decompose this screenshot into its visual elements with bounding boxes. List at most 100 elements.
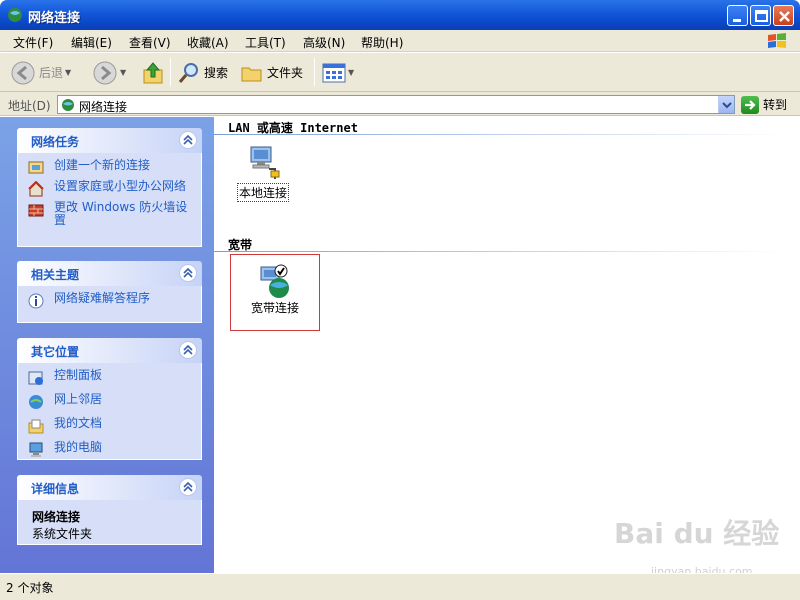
- task-troubleshooter[interactable]: 网络疑难解答程序: [28, 292, 193, 309]
- panel-body: 网络疑难解答程序: [17, 286, 202, 323]
- panel-body: 控制面板 网上邻居 我的文档 我的电脑: [17, 363, 202, 460]
- details-panel: 详细信息 网络连接 系统文件夹: [17, 475, 202, 545]
- network-places-icon: [28, 394, 44, 410]
- panel-header[interactable]: 其它位置: [17, 338, 202, 363]
- status-bar: 2 个对象: [0, 573, 800, 600]
- task-firewall[interactable]: 更改 Windows 防火墙设置: [28, 201, 193, 227]
- panel-title: 相关主题: [31, 268, 80, 282]
- address-value: 网络连接: [79, 100, 128, 114]
- place-my-documents[interactable]: 我的文档: [28, 417, 193, 434]
- toolbar-separator: [314, 58, 315, 86]
- status-text: 2 个对象: [6, 581, 54, 595]
- place-network-neighborhood[interactable]: 网上邻居: [28, 393, 193, 410]
- collapse-chevron-icon[interactable]: [179, 341, 197, 359]
- chevron-down-icon: [722, 102, 732, 109]
- maximize-button[interactable]: [750, 5, 771, 26]
- up-folder-button[interactable]: [141, 53, 165, 92]
- search-icon: [178, 62, 198, 83]
- forward-arrow-icon: [93, 61, 117, 84]
- menu-advanced[interactable]: 高级(N): [303, 34, 345, 51]
- address-label: 地址(D): [8, 99, 51, 113]
- back-label: 后退: [39, 66, 64, 80]
- panel-header[interactable]: 相关主题: [17, 261, 202, 286]
- detail-name: 网络连接: [32, 510, 81, 524]
- task-label: 设置家庭或小型办公网络: [54, 179, 187, 193]
- menu-edit[interactable]: 编辑(E): [71, 34, 112, 51]
- task-label: 网络疑难解答程序: [54, 291, 151, 305]
- broadband-connection-icon: [257, 263, 293, 299]
- place-my-computer[interactable]: 我的电脑: [28, 441, 193, 458]
- collapse-chevron-icon[interactable]: [179, 478, 197, 496]
- toolbar-separator: [170, 58, 171, 86]
- windows-logo-icon: [768, 33, 786, 48]
- network-connections-icon: [8, 8, 22, 22]
- detail-type: 系统文件夹: [32, 527, 93, 541]
- content-pane: LAN 或高速 Internet 本地连接 宽带 宽带连接 Bai du 经验 …: [214, 117, 800, 578]
- task-create-connection[interactable]: 创建一个新的连接: [28, 159, 193, 176]
- menu-favorites[interactable]: 收藏(A): [187, 34, 229, 51]
- views-button[interactable]: ▼: [322, 53, 354, 92]
- chevron-down-icon: ▼: [348, 68, 355, 77]
- info-icon: [28, 293, 44, 309]
- minimize-button[interactable]: [727, 5, 748, 26]
- menu-help[interactable]: 帮助(H): [361, 34, 403, 51]
- group-divider: [214, 251, 786, 252]
- control-panel-icon: [28, 370, 44, 386]
- broadband-connection[interactable]: 宽带连接: [230, 263, 320, 316]
- item-label: 本地连接: [236, 183, 289, 202]
- go-button[interactable]: 转到: [741, 95, 787, 114]
- panel-title: 网络任务: [31, 135, 80, 149]
- folder-icon: [241, 67, 262, 81]
- watermark-logo: Bai du 经验: [614, 517, 780, 550]
- network-tasks-panel: 网络任务 创建一个新的连接 设置家庭或小型办公网络 更改 Windows 防火墙…: [17, 128, 202, 247]
- title-bar: 网络连接: [0, 0, 800, 30]
- window-title: 网络连接: [28, 11, 81, 26]
- panel-title: 其它位置: [31, 345, 80, 359]
- task-label: 我的电脑: [54, 440, 103, 454]
- forward-button[interactable]: ▼: [92, 53, 126, 92]
- lan-connection-icon: [245, 145, 281, 181]
- views-icon: [322, 63, 346, 82]
- close-button[interactable]: [773, 5, 794, 26]
- task-home-network[interactable]: 设置家庭或小型办公网络: [28, 180, 193, 197]
- place-control-panel[interactable]: 控制面板: [28, 369, 193, 386]
- collapse-chevron-icon[interactable]: [179, 264, 197, 282]
- task-pane: 网络任务 创建一个新的连接 设置家庭或小型办公网络 更改 Windows 防火墙…: [0, 117, 214, 573]
- panel-title: 详细信息: [31, 482, 80, 496]
- menu-file[interactable]: 文件(F): [13, 34, 53, 51]
- firewall-icon: [28, 202, 44, 218]
- go-label: 转到: [763, 98, 788, 112]
- menu-view[interactable]: 查看(V): [129, 34, 171, 51]
- panel-header[interactable]: 网络任务: [17, 128, 202, 153]
- task-label: 网上邻居: [54, 392, 103, 406]
- related-topics-panel: 相关主题 网络疑难解答程序: [17, 261, 202, 323]
- panel-body: 网络连接 系统文件夹: [17, 500, 202, 545]
- folders-label: 文件夹: [267, 66, 304, 80]
- new-connection-icon: [28, 160, 44, 176]
- panel-body: 创建一个新的连接 设置家庭或小型办公网络 更改 Windows 防火墙设置: [17, 153, 202, 247]
- menu-bar: 文件(F) 编辑(E) 查看(V) 收藏(A) 工具(T) 高级(N) 帮助(H…: [0, 30, 800, 52]
- search-button[interactable]: 搜索: [177, 53, 228, 92]
- toolbar: 后退 ▼ ▼ 搜索 文件夹 ▼: [0, 53, 800, 92]
- menu-tools[interactable]: 工具(T): [245, 34, 286, 51]
- back-arrow-icon: [11, 61, 35, 84]
- item-label: 宽带连接: [250, 301, 299, 315]
- network-connections-icon: [62, 99, 74, 111]
- search-label: 搜索: [204, 66, 229, 80]
- task-label: 我的文档: [54, 416, 103, 430]
- my-documents-icon: [28, 418, 44, 434]
- address-bar: 地址(D) 网络连接 转到: [0, 92, 800, 116]
- up-folder-icon: [143, 61, 163, 83]
- address-dropdown-button[interactable]: [718, 96, 734, 113]
- other-places-panel: 其它位置 控制面板 网上邻居 我的文档 我的电脑: [17, 338, 202, 460]
- panel-header[interactable]: 详细信息: [17, 475, 202, 500]
- back-button[interactable]: 后退 ▼: [10, 53, 71, 92]
- group-divider: [214, 134, 786, 135]
- address-input[interactable]: 网络连接: [57, 95, 735, 114]
- local-area-connection[interactable]: 本地连接: [218, 145, 308, 202]
- task-label: 创建一个新的连接: [54, 158, 151, 172]
- collapse-chevron-icon[interactable]: [179, 131, 197, 149]
- chevron-down-icon: ▼: [120, 68, 127, 77]
- task-label: 更改 Windows 防火墙设置: [54, 200, 188, 227]
- folders-button[interactable]: 文件夹: [240, 53, 303, 92]
